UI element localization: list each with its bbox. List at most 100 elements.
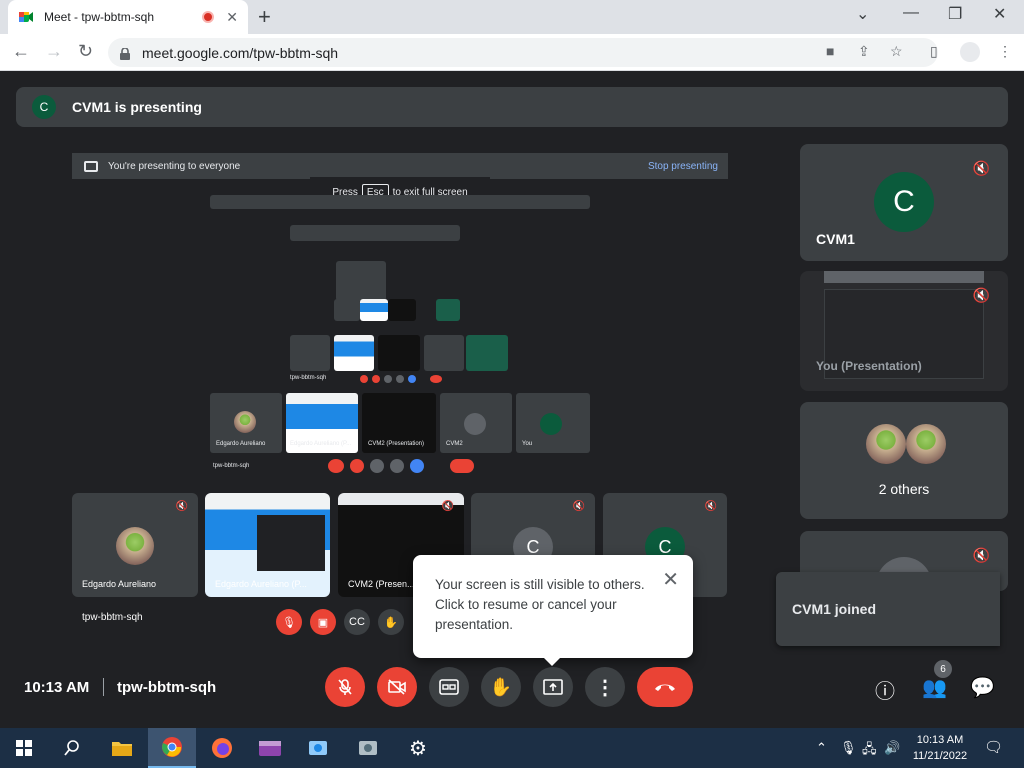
tile-you-presentation[interactable]: 🔇 You (Presentation)	[800, 271, 1008, 391]
mirror-tile-cvm2-small: CVM2	[440, 393, 512, 453]
present-screen-icon	[543, 679, 563, 695]
taskbar-date: 11/21/2022	[912, 750, 968, 762]
more-options-button[interactable]: ⋮	[585, 667, 625, 707]
mirror-tile-you: You	[516, 393, 590, 453]
tab-search-icon[interactable]: ⌄	[856, 4, 869, 24]
tray-chevron-icon[interactable]: ⌃	[816, 740, 827, 756]
tile-name: Edgardo Aureliano	[82, 579, 157, 589]
meet-window: C CVM1 is presenting You're presenting t…	[0, 71, 1024, 728]
mic-off-icon	[338, 679, 352, 695]
address-bar[interactable]: meet.google.com/tpw-bbtm-sqh	[108, 38, 938, 67]
mirror-code: tpw-bbtm-sqh	[290, 375, 327, 381]
tray-volume-icon[interactable]: 🔊	[884, 740, 900, 756]
leave-call-button[interactable]	[637, 667, 693, 707]
meeting-time: 10:13 AM	[24, 679, 90, 696]
mirror-tile-edgardo: Edgardo Aureliano	[210, 393, 282, 453]
tray-network-icon[interactable]: 🖧	[862, 740, 877, 762]
meeting-info-icon[interactable]: ⓘ	[875, 675, 895, 704]
browser-toolbar: ← → ↻ meet.google.com/tpw-bbtm-sqh ■ ⇪ ☆…	[0, 34, 1024, 71]
camera-blocked-icon[interactable]: ■	[826, 43, 834, 59]
end-call-icon	[655, 684, 675, 691]
new-tab-icon[interactable]: +	[258, 4, 271, 30]
divider	[103, 678, 104, 696]
tray-mic-icon[interactable]: 🎙	[840, 740, 857, 756]
others-label: 2 others	[878, 481, 930, 497]
tile-name: CVM1	[816, 231, 855, 247]
camera-toggle-button[interactable]	[377, 667, 417, 707]
close-icon[interactable]: ✕	[662, 567, 679, 592]
tile-cvm1[interactable]: 🔇 C CVM1	[800, 144, 1008, 261]
tile-edgardo[interactable]: 🔇 Edgardo Aureliano	[72, 493, 198, 597]
edgardo-avatar	[116, 527, 154, 565]
mirror-cc-icon	[370, 459, 384, 473]
mic-off-icon: 🔇	[441, 501, 454, 512]
more-vert-icon: ⋮	[595, 676, 615, 699]
tile-others[interactable]: 2 others	[800, 402, 1008, 519]
star-icon[interactable]: ☆	[890, 43, 903, 60]
inner-cc-icon: CC	[344, 609, 370, 635]
start-icon[interactable]	[0, 728, 48, 768]
taskbar-clock[interactable]: 10:13 AM 11/21/2022	[908, 732, 972, 764]
lock-icon[interactable]	[120, 46, 130, 60]
mic-off-icon: 🔇	[175, 501, 188, 512]
camera-off-icon	[388, 679, 406, 695]
inner-presenting-banner: You're presenting to everyone Stop prese…	[72, 153, 728, 179]
inner-meeting-code: tpw-bbtm-sqh	[82, 612, 143, 623]
tile-name: CVM2 (Presen...	[348, 579, 415, 589]
mirror-tile-cvm2: CVM2 (Presentation)	[362, 393, 436, 453]
profile-icon[interactable]	[960, 42, 980, 62]
present-button[interactable]	[533, 667, 573, 707]
search-icon[interactable]	[48, 728, 96, 768]
settings-icon[interactable]: ⚙	[394, 728, 442, 768]
window-close-icon[interactable]: ✕	[993, 4, 1006, 24]
mic-off-icon: 🔇	[972, 547, 990, 563]
minimize-icon[interactable]: —	[903, 4, 919, 22]
browser-tabbar: Meet - tpw-bbtm-sqh ✕ + ⌄ — ❐ ✕	[0, 0, 1024, 34]
tile-name: Edgardo Aureliano (P...	[215, 579, 307, 589]
hand-icon: ✋	[489, 676, 513, 697]
mirror-mic-icon	[328, 459, 344, 473]
raise-hand-button[interactable]: ✋	[481, 667, 521, 707]
chrome-icon[interactable]	[148, 728, 196, 768]
presenter-avatar: C	[32, 95, 56, 119]
reload-icon[interactable]: ↻	[78, 41, 93, 62]
still-presenting-popup[interactable]: Your screen is still visible to others. …	[413, 555, 693, 666]
tile-edgardo-presentation[interactable]: Edgardo Aureliano (P...	[205, 493, 330, 597]
back-icon[interactable]: ←	[12, 41, 30, 62]
close-icon[interactable]: ✕	[226, 9, 238, 26]
other-avatar-2	[906, 424, 946, 464]
chat-icon[interactable]: 💬	[970, 675, 995, 700]
other-avatar-1	[866, 424, 906, 464]
captions-button[interactable]	[429, 667, 469, 707]
sidebar-icon[interactable]: ▯	[930, 43, 938, 60]
remote-app-icon[interactable]	[294, 728, 342, 768]
inner-hand-icon: ✋	[378, 609, 404, 635]
remote-app-2-icon[interactable]	[344, 728, 392, 768]
mic-off-icon: 🔇	[972, 160, 990, 176]
presenting-banner: C CVM1 is presenting	[16, 87, 1008, 127]
people-icon[interactable]: 👥	[922, 675, 947, 700]
presenting-text: CVM1 is presenting	[72, 99, 202, 115]
popup-text: Your screen is still visible to others. …	[435, 577, 645, 632]
forward-icon[interactable]: →	[45, 41, 63, 62]
taskbar: ⚙ ⌃ 🎙 🖧 🔊 10:13 AM 11/21/2022 🗨	[0, 728, 1024, 768]
mirror-end-icon	[450, 459, 474, 473]
meet-favicon	[18, 9, 34, 25]
share-icon[interactable]: ⇪	[858, 43, 870, 60]
stop-presenting-link[interactable]: Stop presenting	[648, 161, 718, 172]
mic-toggle-button[interactable]	[325, 667, 365, 707]
firefox-icon[interactable]	[198, 728, 246, 768]
mirror-hand-icon	[390, 459, 404, 473]
video-app-icon[interactable]	[246, 728, 294, 768]
file-explorer-icon[interactable]	[98, 728, 146, 768]
maximize-icon[interactable]: ❐	[948, 4, 962, 24]
notification-icon[interactable]: 🗨	[984, 738, 1003, 756]
inner-presenting-text: You're presenting to everyone	[108, 160, 241, 172]
meeting-code: tpw-bbtm-sqh	[117, 679, 217, 696]
taskbar-time: 10:13 AM	[916, 734, 964, 746]
browser-tab-meet[interactable]: Meet - tpw-bbtm-sqh ✕	[8, 0, 248, 34]
menu-icon[interactable]: ⋮	[998, 43, 1012, 60]
control-bar: 10:13 AM tpw-bbtm-sqh ✋ ⋮ ⓘ 6 👥 💬	[0, 659, 1024, 715]
mic-off-icon: 🔇	[704, 501, 717, 512]
present-icon	[84, 160, 98, 172]
